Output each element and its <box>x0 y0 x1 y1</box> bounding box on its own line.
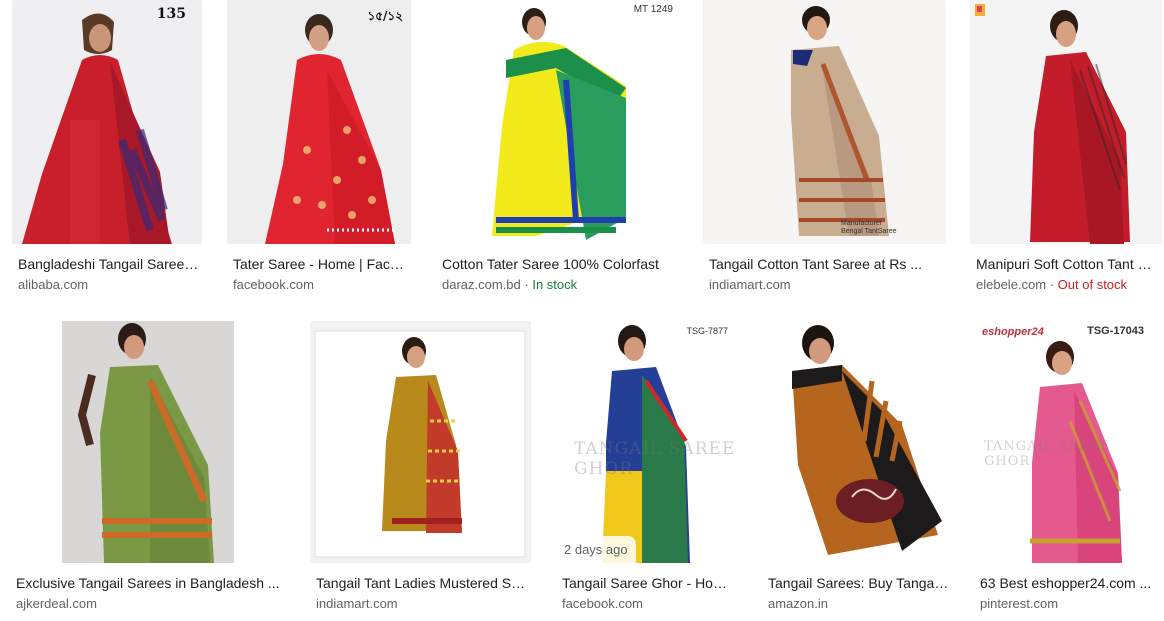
image-result-card[interactable]: TANGAIL SAREE GHOR TSG-7877 2 days ago T… <box>556 321 740 621</box>
image-overlay-number: 135 <box>156 6 186 22</box>
image-result-card[interactable]: MT 1249 Cotton Tater Saree 100% Colorfas… <box>436 0 681 300</box>
image-result-card[interactable]: Tangail Sarees: Buy Tangail ... amazon.i… <box>762 321 952 621</box>
result-source[interactable]: daraz.com.bd · In stock <box>442 277 679 293</box>
image-result-card[interactable]: Manipuri Soft Cotton Tant Saree ... eleb… <box>970 0 1162 300</box>
saree-image <box>12 0 202 244</box>
result-thumbnail[interactable]: Manufacturer Bengal TantSaree <box>703 0 946 244</box>
image-result-card[interactable]: eshopper24 TSG-17043 TANGAIL SAREE GHOR … <box>974 321 1156 621</box>
saree-image <box>227 0 411 244</box>
result-source[interactable]: facebook.com <box>562 596 738 612</box>
result-title[interactable]: Bangladeshi Tangail Saree Hand Loom Whol… <box>18 255 202 273</box>
result-source[interactable]: elebele.com · Out of stock <box>976 277 1160 293</box>
result-title[interactable]: Manipuri Soft Cotton Tant Saree ... <box>976 255 1160 273</box>
image-result-card[interactable]: Exclusive Tangail Sarees in Bangladesh .… <box>10 321 287 621</box>
result-thumbnail[interactable]: eshopper24 TSG-17043 TANGAIL SAREE GHOR <box>974 321 1154 563</box>
time-badge: 2 days ago <box>556 536 636 563</box>
saree-image <box>970 0 1162 244</box>
result-title[interactable]: Tangail Cotton Tant Saree at Rs ... <box>709 255 946 273</box>
image-overlay-date: ১৫/১২ <box>367 9 403 23</box>
result-title[interactable]: Tangail Sarees: Buy Tangail ... <box>768 574 950 592</box>
result-source[interactable]: ajkerdeal.com <box>16 596 285 612</box>
result-title[interactable]: Exclusive Tangail Sarees in Bangladesh .… <box>16 574 285 592</box>
image-watermark: TANGAIL SAREE GHOR <box>984 439 1111 469</box>
image-overlay-code: TSG-17043 <box>1087 325 1144 337</box>
image-result-card[interactable]: ১৫/১২ Tater Saree - Home | Facebook face… <box>227 0 412 300</box>
result-source[interactable]: alibaba.com <box>18 277 202 293</box>
brand-logo: eshopper24 <box>982 326 1044 338</box>
result-source[interactable]: indiamart.com <box>316 596 530 612</box>
image-overlay-text: Manufacturer Bengal TantSaree <box>841 220 897 235</box>
result-title[interactable]: Tater Saree - Home | Facebook <box>233 255 410 273</box>
saree-image <box>10 321 285 563</box>
stock-status: In stock <box>532 277 578 292</box>
saree-image <box>762 321 950 563</box>
result-source[interactable]: amazon.in <box>768 596 950 612</box>
result-thumbnail[interactable] <box>10 321 285 563</box>
result-source[interactable]: pinterest.com <box>980 596 1154 612</box>
image-result-card[interactable]: 135 Bangladeshi Tangail Saree Hand Loom … <box>12 0 204 300</box>
stock-status: Out of stock <box>1057 277 1128 292</box>
result-thumbnail[interactable] <box>310 321 531 563</box>
result-title[interactable]: 63 Best eshopper24.com ... <box>980 574 1154 592</box>
saree-image <box>310 321 531 563</box>
result-title[interactable]: Cotton Tater Saree 100% Colorfast <box>442 255 679 273</box>
result-thumbnail[interactable] <box>762 321 950 563</box>
result-title[interactable]: Tangail Tant Ladies Mustered Saree ... <box>316 574 530 592</box>
result-source[interactable]: facebook.com <box>233 277 410 293</box>
result-thumbnail[interactable]: 135 <box>12 0 202 244</box>
result-thumbnail[interactable]: ১৫/১২ <box>227 0 411 244</box>
result-thumbnail[interactable]: MT 1249 <box>436 0 679 244</box>
image-watermark: TANGAIL SAREE GHOR <box>574 439 736 479</box>
image-result-card[interactable]: Manufacturer Bengal TantSaree Tangail Co… <box>703 0 948 300</box>
result-source[interactable]: indiamart.com <box>709 277 946 293</box>
result-thumbnail[interactable] <box>970 0 1162 244</box>
saree-image <box>436 0 679 244</box>
result-title[interactable]: Tangail Saree Ghor - Home | Facebook <box>562 574 738 592</box>
image-overlay-code: TSG-7877 <box>686 326 728 336</box>
image-overlay-code: MT 1249 <box>633 4 673 15</box>
image-result-card[interactable]: Tangail Tant Ladies Mustered Saree ... i… <box>310 321 532 621</box>
saree-image <box>703 0 946 244</box>
result-thumbnail[interactable]: TANGAIL SAREE GHOR TSG-7877 2 days ago <box>556 321 738 563</box>
